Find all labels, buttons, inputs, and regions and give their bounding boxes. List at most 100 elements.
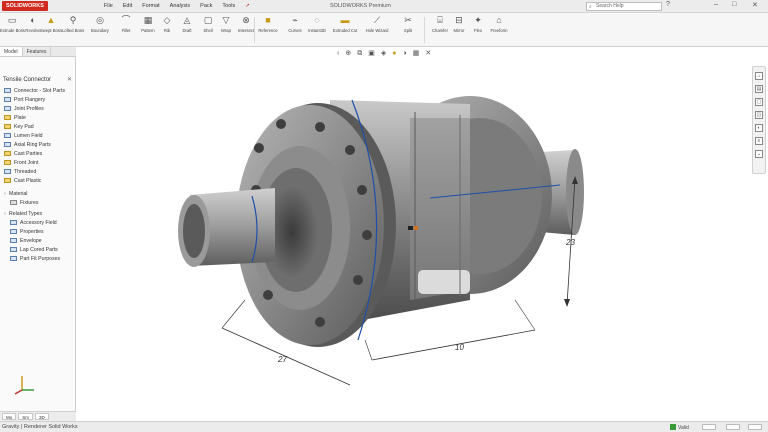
tree-item[interactable]: Connector - Slot Parts	[4, 87, 65, 95]
status-bar: Gravity | Renderer Solid Works Valid	[0, 421, 768, 432]
tool-split[interactable]: ✂ Split	[396, 15, 420, 33]
minimize-icon[interactable]: –	[714, 1, 718, 8]
dimension-label[interactable]: 10	[455, 343, 464, 352]
tool-lofted-boss[interactable]: ⚲ Lofted Boss	[61, 15, 85, 33]
folder-icon	[4, 160, 11, 165]
left-panel-tabs: Model Features	[0, 47, 76, 57]
tree-item[interactable]: Plate	[4, 114, 26, 122]
tool-extruded-cut[interactable]: ▬ Extruded Cut	[333, 15, 357, 33]
folder-icon	[4, 115, 11, 120]
fillet-icon: ⌒	[121, 15, 131, 25]
tool-hole-wizard[interactable]: ⟋ Hole Wizard	[365, 15, 389, 33]
maximize-icon[interactable]: □	[732, 1, 736, 8]
part-icon	[4, 133, 11, 138]
tree-item[interactable]: Joint Profiles	[4, 105, 44, 113]
axis-triad-icon	[14, 376, 34, 395]
bottom-tab-3d[interactable]: 3D	[35, 413, 49, 420]
front-shaft	[178, 188, 275, 267]
tree-item[interactable]: Lumen Field	[4, 132, 43, 140]
tool-fillet[interactable]: ⌒ Fillet	[114, 15, 138, 33]
tree-item[interactable]: Cast Parties	[4, 150, 42, 158]
part-icon	[4, 106, 11, 111]
tree-item[interactable]: Fixtures	[10, 199, 38, 207]
status-right: Valid	[670, 424, 689, 431]
part-model-render[interactable]	[77, 47, 768, 421]
tree-item[interactable]: Envelope	[10, 237, 42, 245]
app-logo[interactable]: SOLIDWORKS	[2, 1, 48, 11]
tool-freeform[interactable]: ⌂ Freeform	[487, 15, 511, 33]
rib-icon: ◇	[163, 15, 171, 25]
tree-item-material[interactable]: › Material	[4, 190, 27, 198]
pattern-icon: ▦	[143, 15, 153, 25]
tree-item[interactable]: Front Joint	[4, 159, 39, 167]
dimension-label[interactable]: 23	[566, 238, 575, 247]
tool-boundary[interactable]: ◎ Boundary	[88, 15, 112, 33]
instant3d-icon: ◌	[314, 15, 320, 25]
intersect-icon: ⊗	[242, 15, 250, 25]
close-panel-icon[interactable]: ✕	[67, 76, 72, 83]
cut-extrude-icon: ▬	[340, 15, 350, 25]
menu-tools[interactable]: Tools	[222, 3, 235, 9]
tree-item-related[interactable]: › Related Types	[4, 210, 42, 218]
tab-model[interactable]: Model	[0, 47, 23, 56]
part-icon	[10, 247, 17, 252]
tool-curves[interactable]: ⌁ Curves	[283, 15, 307, 33]
chamfer-icon: ⌸	[437, 15, 443, 25]
mirror-icon: ⊟	[455, 15, 463, 25]
tool-reference[interactable]: ■ Reference	[256, 15, 280, 33]
toolbar-separator	[254, 17, 255, 43]
loft-icon: ⚲	[69, 15, 77, 25]
tree-item[interactable]: Axial Ring Parts	[4, 141, 51, 149]
part-icon	[10, 220, 17, 225]
folder-icon	[4, 178, 11, 183]
tree-item[interactable]: Key Pad	[4, 123, 34, 131]
revolve-icon: ◐	[30, 15, 36, 25]
check-icon	[670, 424, 676, 430]
folder-icon	[4, 151, 11, 156]
tree-item[interactable]: Accessory Field	[10, 219, 57, 227]
wrap-icon: ▽	[222, 15, 230, 25]
tree-item[interactable]: Part Fit Purposes	[10, 255, 60, 263]
hole-wizard-icon: ⟋	[373, 15, 381, 25]
status-field[interactable]	[702, 424, 716, 430]
part-icon	[4, 142, 11, 147]
status-field[interactable]	[726, 424, 740, 430]
menu-format[interactable]: Format	[142, 3, 159, 9]
pin-icon[interactable]: ➚	[245, 3, 250, 9]
close-icon[interactable]: ✕	[752, 1, 758, 9]
folder-icon	[4, 124, 11, 129]
search-icon: ⌕	[589, 4, 592, 10]
window-title: SOLIDWORKS Premium	[330, 3, 391, 9]
tab-features[interactable]: Features	[23, 47, 52, 56]
help-icon[interactable]: ?	[666, 1, 670, 8]
tool-swept-boss[interactable]: ▲ Swept Boss	[39, 15, 63, 33]
material-icon	[10, 200, 17, 205]
freeform-icon: ⌂	[496, 15, 502, 25]
bottom-tab-model[interactable]: Mo	[2, 413, 17, 420]
main-menu: File Edit Format Analysis Pack Tools ➚	[104, 3, 260, 9]
tree-item[interactable]: Cast Plastic	[4, 177, 41, 185]
search-input[interactable]: ⌕ Search Help	[586, 2, 662, 11]
dimension-label[interactable]: 27	[278, 355, 287, 364]
status-field[interactable]	[748, 424, 762, 430]
part-icon	[10, 256, 17, 261]
tree-item[interactable]: Port Flangery	[4, 96, 45, 104]
status-text: Gravity | Renderer Solid Works	[2, 424, 78, 430]
part-icon	[4, 169, 11, 174]
menu-file[interactable]: File	[104, 3, 113, 9]
shell-icon: ▢	[203, 15, 213, 25]
tree-item[interactable]: Lap Cored Parts	[10, 246, 58, 254]
menu-edit[interactable]: Edit	[123, 3, 132, 9]
part-icon	[4, 97, 11, 102]
flex-icon: ✦	[474, 15, 482, 25]
tree-item[interactable]: Properties	[10, 228, 44, 236]
tool-instant3d[interactable]: ◌ Instant3D	[305, 15, 329, 33]
menu-analysis[interactable]: Analysis	[170, 3, 190, 9]
tree-bottom-tabs: Mo Sm 3D	[0, 411, 76, 421]
boundary-icon: ◎	[96, 15, 104, 25]
menu-pack[interactable]: Pack	[200, 3, 212, 9]
title-bar: SOLIDWORKS File Edit Format Analysis Pac…	[0, 0, 768, 13]
extrude-boss-icon: ▭	[7, 15, 17, 25]
tree-item[interactable]: Threaded	[4, 168, 36, 176]
bottom-tab-sim[interactable]: Sm	[18, 413, 34, 420]
